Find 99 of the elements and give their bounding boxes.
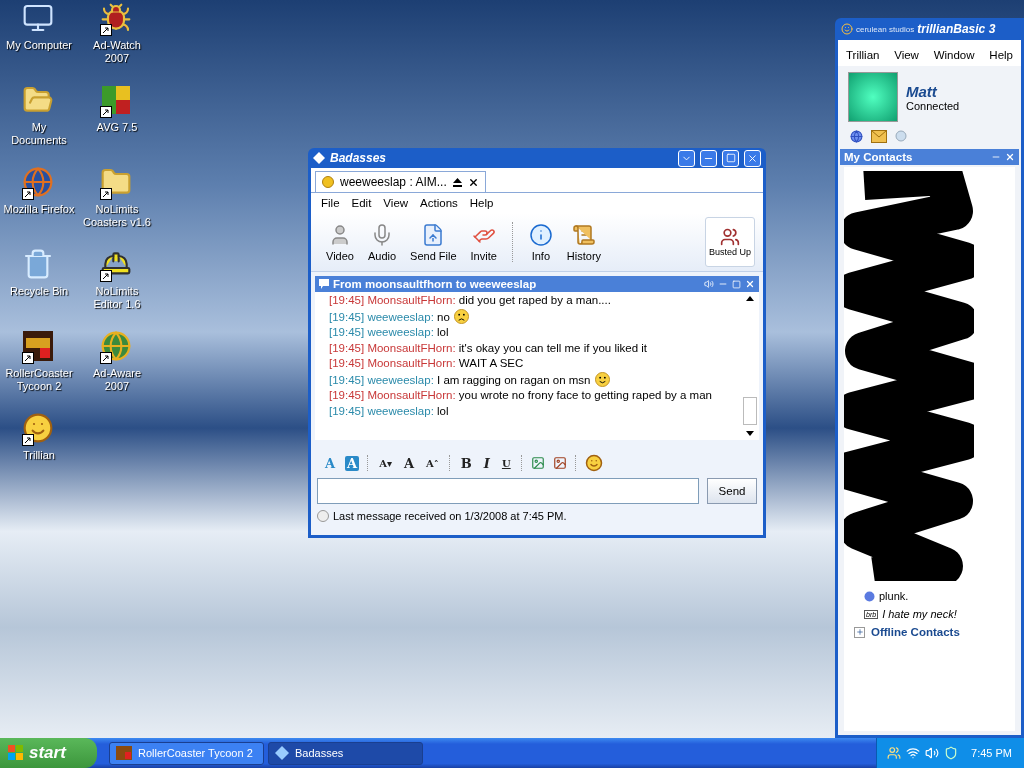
- toolbar-button[interactable]: Send File: [403, 217, 464, 267]
- menu-item[interactable]: Trillian: [840, 48, 886, 62]
- avatar-picture[interactable]: [848, 72, 898, 122]
- toolbar-button[interactable]: Audio: [360, 217, 404, 267]
- online-dot-icon: [864, 590, 875, 602]
- info-icon: [528, 222, 553, 247]
- chat-message: [19:45] weeweeslap: lol: [329, 403, 450, 419]
- menu-item[interactable]: Help: [983, 48, 1019, 62]
- desktop-icon-label[interactable]: Ad-Watch 2007: [81, 39, 153, 65]
- contact-item[interactable]: plunk.: [854, 587, 1015, 605]
- send-button[interactable]: Send: [707, 478, 757, 504]
- taskbar-button[interactable]: Badasses: [268, 741, 423, 765]
- colored-blocks-icon: [100, 84, 132, 116]
- close-button[interactable]: [744, 149, 761, 167]
- game-box-icon: [116, 746, 132, 760]
- network-icon[interactable]: [906, 746, 921, 760]
- diamond-icon: [313, 152, 325, 164]
- maximize-button[interactable]: [722, 149, 739, 167]
- expand-icon[interactable]: [854, 626, 865, 638]
- desktop-icon-label[interactable]: My Documents: [3, 121, 75, 147]
- pane-title: From moonsaultfhorn to weeweeslap: [333, 278, 538, 290]
- menu-item[interactable]: Actions: [414, 196, 464, 210]
- chat-message: [19:45] weeweeslap: no: [329, 308, 721, 325]
- people-icon: [720, 227, 740, 247]
- status-dot-icon: [322, 176, 334, 188]
- toolbar-button[interactable]: History: [559, 217, 609, 267]
- dropdown-button[interactable]: [678, 149, 695, 167]
- picture-icon[interactable]: [530, 456, 545, 470]
- close-icon[interactable]: [467, 176, 479, 188]
- chat-message: [19:45] MoonsaultFHorn: it's okay you can tell me if you liked it: [329, 340, 648, 356]
- message-input[interactable]: [317, 478, 699, 504]
- envelope-icon[interactable]: [871, 130, 887, 143]
- scroll-up-icon[interactable]: [746, 296, 754, 301]
- format-button[interactable]: I: [481, 455, 492, 471]
- desktop-icon-label[interactable]: RollerCoaster Tycoon 2: [3, 367, 75, 393]
- desktop-icon-label[interactable]: Trillian: [3, 449, 75, 462]
- globe-icon[interactable]: [850, 130, 863, 143]
- computer-icon: [22, 2, 54, 34]
- format-button[interactable]: B: [458, 455, 474, 471]
- menu-item[interactable]: Edit: [345, 196, 378, 210]
- contact-group[interactable]: Offline Contacts: [854, 623, 1015, 641]
- user-name: Matt: [906, 82, 939, 100]
- close-icon: [747, 152, 758, 164]
- menu-item[interactable]: Help: [463, 196, 500, 210]
- format-button[interactable]: A: [401, 455, 417, 471]
- chat-message: [19:45] MoonsaultFHorn: you wrote no frony face to getting raped by a man: [329, 388, 713, 403]
- shield-icon[interactable]: [944, 746, 959, 760]
- format-button[interactable]: A˄: [424, 457, 441, 469]
- chat-message: [19:45] MoonsaultFHorn: WAIT A SEC: [329, 356, 525, 371]
- smiley-icon[interactable]: [584, 454, 603, 472]
- logo-text: trillianBasic 3: [917, 22, 996, 36]
- taskbar-button[interactable]: RollerCoaster Tycoon 2: [109, 741, 264, 765]
- desktop-icon-label[interactable]: Mozilla Firefox: [3, 203, 75, 216]
- busted-up-button[interactable]: Busted Up: [705, 217, 755, 267]
- clock: 7:45 PM: [971, 747, 1012, 759]
- logo-icon: [841, 23, 853, 35]
- circle-icon[interactable]: [895, 130, 907, 142]
- status-circle-icon: [317, 510, 329, 522]
- chat-message: [19:45] MoonsaultFHorn: did you get raped by a man....: [329, 293, 612, 308]
- speech-bubble-icon: [319, 279, 329, 289]
- menu-item[interactable]: Window: [927, 48, 981, 62]
- connection-status[interactable]: Connected: [906, 99, 960, 112]
- people-icon[interactable]: [887, 746, 902, 760]
- desktop-icon-label[interactable]: My Computer: [3, 39, 75, 52]
- desktop-icon-label[interactable]: Ad-Aware 2007: [81, 367, 153, 393]
- desktop-icon-label[interactable]: AVG 7.5: [81, 121, 153, 134]
- sad-face-icon: [453, 308, 469, 324]
- scrollbar-thumb[interactable]: [743, 397, 757, 425]
- status-text: Last message received on 1/3/2008 at 7:45 PM.: [333, 510, 567, 522]
- picture-icon[interactable]: [552, 456, 567, 470]
- scroll-icon: [571, 222, 596, 247]
- conversation-tab[interactable]: weeweeslap : AIM...: [315, 171, 486, 192]
- toolbar-button[interactable]: Video: [319, 217, 361, 267]
- windows-logo-icon: [8, 745, 24, 761]
- format-button[interactable]: U: [499, 457, 513, 469]
- menu-item[interactable]: View: [888, 48, 925, 62]
- speaker-icon[interactable]: [704, 279, 714, 289]
- toolbar-button[interactable]: Invite: [463, 217, 504, 267]
- window-title: Badasses: [330, 151, 388, 165]
- menu-item[interactable]: File: [315, 196, 346, 210]
- tab-label: weeweeslap : AIM...: [340, 175, 447, 189]
- maximize-icon: [725, 153, 736, 163]
- recycle-bin-icon: [22, 248, 54, 280]
- format-button[interactable]: A: [345, 455, 360, 471]
- chat-message: [19:45] weeweeslap: I am ragging on ragan on msn: [329, 371, 721, 388]
- maximize-icon[interactable]: [732, 279, 741, 289]
- chat-message: [19:45] weeweeslap: lol: [329, 325, 450, 340]
- logo-caption: cerulean studios: [856, 24, 915, 34]
- desktop-icon-label[interactable]: NoLimits Coasters v1.6: [81, 203, 153, 229]
- minimize-button[interactable]: [700, 149, 717, 167]
- smiley-icon: [594, 371, 610, 387]
- eject-icon[interactable]: [452, 177, 462, 187]
- speaker-icon[interactable]: [925, 746, 940, 760]
- scroll-down-icon[interactable]: [746, 431, 754, 436]
- toolbar-button[interactable]: Info: [521, 217, 560, 267]
- format-button[interactable]: A▾: [377, 457, 394, 469]
- diamond-icon: [275, 746, 289, 760]
- menu-item[interactable]: View: [377, 196, 415, 210]
- contacts-title: My Contacts: [844, 151, 914, 163]
